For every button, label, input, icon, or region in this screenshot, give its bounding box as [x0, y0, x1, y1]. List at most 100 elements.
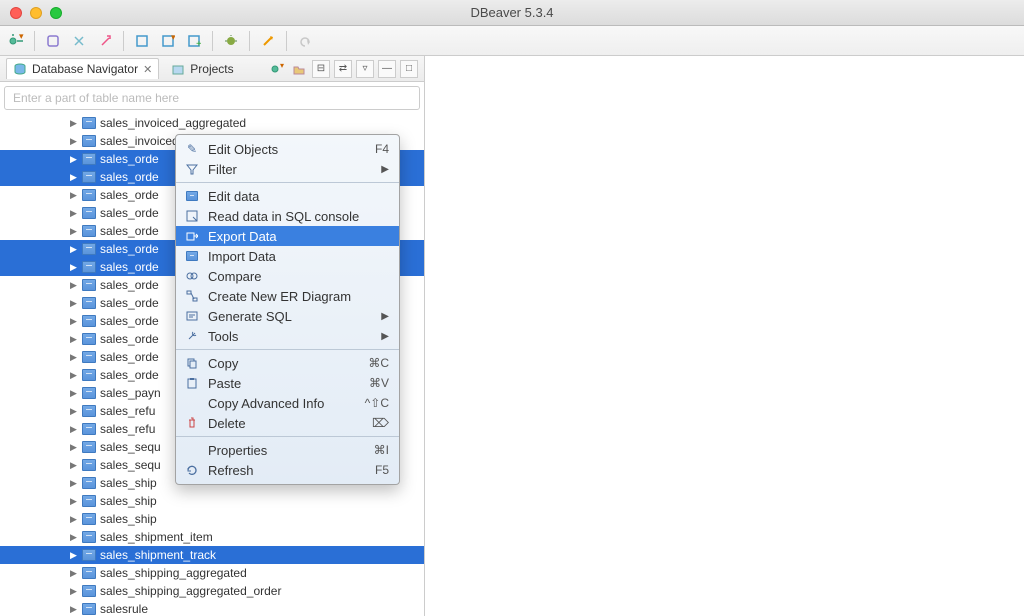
expand-arrow-icon[interactable]: ▶: [70, 334, 78, 345]
table-icon: [82, 531, 96, 543]
expand-arrow-icon[interactable]: ▶: [70, 316, 78, 327]
expand-arrow-icon[interactable]: ▶: [70, 604, 78, 615]
diagram-icon: [184, 290, 200, 302]
expand-arrow-icon[interactable]: ▶: [70, 568, 78, 579]
menu-export-data[interactable]: Export Data: [176, 226, 399, 246]
expand-arrow-icon[interactable]: ▶: [70, 514, 78, 525]
sql-editor-icon[interactable]: [132, 31, 152, 51]
expand-arrow-icon[interactable]: ▶: [70, 550, 78, 561]
expand-arrow-icon[interactable]: ▶: [70, 442, 78, 453]
new-connection-icon[interactable]: ▾: [6, 31, 26, 51]
expand-arrow-icon[interactable]: ▶: [70, 406, 78, 417]
tree-item[interactable]: ▶ sales_shipping_aggregated: [0, 564, 424, 582]
search-input[interactable]: [13, 91, 411, 105]
menu-import-data[interactable]: Import Data: [176, 246, 399, 266]
minimize-window-button[interactable]: [30, 7, 42, 19]
expand-arrow-icon[interactable]: ▶: [70, 388, 78, 399]
main-toolbar: ▾ ▾ +: [0, 26, 1024, 56]
menu-copy-advanced[interactable]: Copy Advanced Info ^⇧C: [176, 393, 399, 413]
tree-item-label: sales_orde: [100, 206, 159, 220]
context-menu: ✎ Edit Objects F4 Filter ▶ Edit data Rea…: [175, 134, 400, 485]
search-box[interactable]: [4, 86, 420, 110]
tree-item[interactable]: ▶sales_ship: [0, 492, 424, 510]
collapse-icon[interactable]: ⊟: [312, 60, 330, 78]
menu-paste[interactable]: Paste ⌘V: [176, 373, 399, 393]
expand-arrow-icon[interactable]: ▶: [70, 586, 78, 597]
expand-arrow-icon[interactable]: ▶: [70, 280, 78, 291]
tree-item-label: sales_orde: [100, 350, 159, 364]
tree-item[interactable]: ▶sales_shipment_item: [0, 528, 424, 546]
tree-item-label: sales_orde: [100, 314, 159, 328]
expand-arrow-icon[interactable]: ▶: [70, 298, 78, 309]
folder-icon[interactable]: [290, 60, 308, 78]
tree-item-label: sales_orde: [100, 242, 159, 256]
tree-item-label: sales_shipment_track: [100, 548, 216, 562]
table-icon: [82, 585, 96, 597]
table-icon: [82, 387, 96, 399]
table-icon: [82, 477, 96, 489]
svg-text:▾: ▾: [19, 33, 24, 41]
database-icon: [13, 62, 27, 76]
expand-arrow-icon[interactable]: ▶: [70, 532, 78, 543]
expand-arrow-icon[interactable]: ▶: [70, 244, 78, 255]
menu-edit-objects[interactable]: ✎ Edit Objects F4: [176, 139, 399, 159]
expand-arrow-icon[interactable]: ▶: [70, 262, 78, 273]
table-icon: [82, 567, 96, 579]
tab-database-navigator[interactable]: Database Navigator ✕: [6, 58, 159, 79]
expand-arrow-icon[interactable]: ▶: [70, 478, 78, 489]
table-icon: [82, 315, 96, 327]
view-menu-icon[interactable]: ▿: [356, 60, 374, 78]
close-icon[interactable]: ✕: [143, 63, 152, 76]
undo-icon[interactable]: [295, 31, 315, 51]
tab-projects[interactable]: Projects: [165, 59, 239, 79]
menu-compare[interactable]: Compare: [176, 266, 399, 286]
maximize-panel-icon[interactable]: □: [400, 60, 418, 78]
menu-read-sql[interactable]: Read data in SQL console: [176, 206, 399, 226]
tree-item[interactable]: ▶sales_invoiced_aggregated: [0, 114, 424, 132]
expand-arrow-icon[interactable]: ▶: [70, 370, 78, 381]
table-icon: [82, 135, 96, 147]
menu-tools[interactable]: Tools ▶: [176, 326, 399, 346]
minimize-panel-icon[interactable]: —: [378, 60, 396, 78]
menu-generate-sql[interactable]: Generate SQL ▶: [176, 306, 399, 326]
expand-arrow-icon[interactable]: ▶: [70, 118, 78, 129]
expand-arrow-icon[interactable]: ▶: [70, 460, 78, 471]
expand-arrow-icon[interactable]: ▶: [70, 136, 78, 147]
tree-item-label: sales_orde: [100, 260, 159, 274]
debug-icon[interactable]: [221, 31, 241, 51]
close-window-button[interactable]: [10, 7, 22, 19]
menu-copy[interactable]: Copy ⌘C: [176, 353, 399, 373]
tree-item-label: sales_shipping_aggregated: [100, 566, 247, 580]
expand-arrow-icon[interactable]: ▶: [70, 352, 78, 363]
menu-edit-data[interactable]: Edit data: [176, 186, 399, 206]
expand-arrow-icon[interactable]: ▶: [70, 172, 78, 183]
invalidate-icon[interactable]: [95, 31, 115, 51]
disconnect-icon[interactable]: [69, 31, 89, 51]
menu-er-diagram[interactable]: Create New ER Diagram: [176, 286, 399, 306]
expand-arrow-icon[interactable]: ▶: [70, 226, 78, 237]
tree-item[interactable]: ▶ sales_shipment_track: [0, 546, 424, 564]
filter-connections-icon[interactable]: ▾: [268, 60, 286, 78]
expand-arrow-icon[interactable]: ▶: [70, 190, 78, 201]
sql-script-icon[interactable]: ▾: [158, 31, 178, 51]
expand-arrow-icon[interactable]: ▶: [70, 424, 78, 435]
tree-item[interactable]: ▶salesrule: [0, 600, 424, 616]
connect-icon[interactable]: [43, 31, 63, 51]
svg-text:+: +: [196, 39, 201, 48]
tree-item[interactable]: ▶sales_ship: [0, 510, 424, 528]
export-icon: [184, 230, 200, 242]
expand-arrow-icon[interactable]: ▶: [70, 154, 78, 165]
maximize-window-button[interactable]: [50, 7, 62, 19]
link-editor-icon[interactable]: ⇄: [334, 60, 352, 78]
table-icon: [82, 513, 96, 525]
menu-refresh[interactable]: Refresh F5: [176, 460, 399, 480]
tree-item[interactable]: ▶sales_shipping_aggregated_order: [0, 582, 424, 600]
new-sql-icon[interactable]: +: [184, 31, 204, 51]
table-icon: [82, 207, 96, 219]
menu-delete[interactable]: Delete ⌦: [176, 413, 399, 433]
expand-arrow-icon[interactable]: ▶: [70, 208, 78, 219]
menu-filter[interactable]: Filter ▶: [176, 159, 399, 179]
menu-properties[interactable]: Properties ⌘I: [176, 440, 399, 460]
commit-icon[interactable]: [258, 31, 278, 51]
expand-arrow-icon[interactable]: ▶: [70, 496, 78, 507]
